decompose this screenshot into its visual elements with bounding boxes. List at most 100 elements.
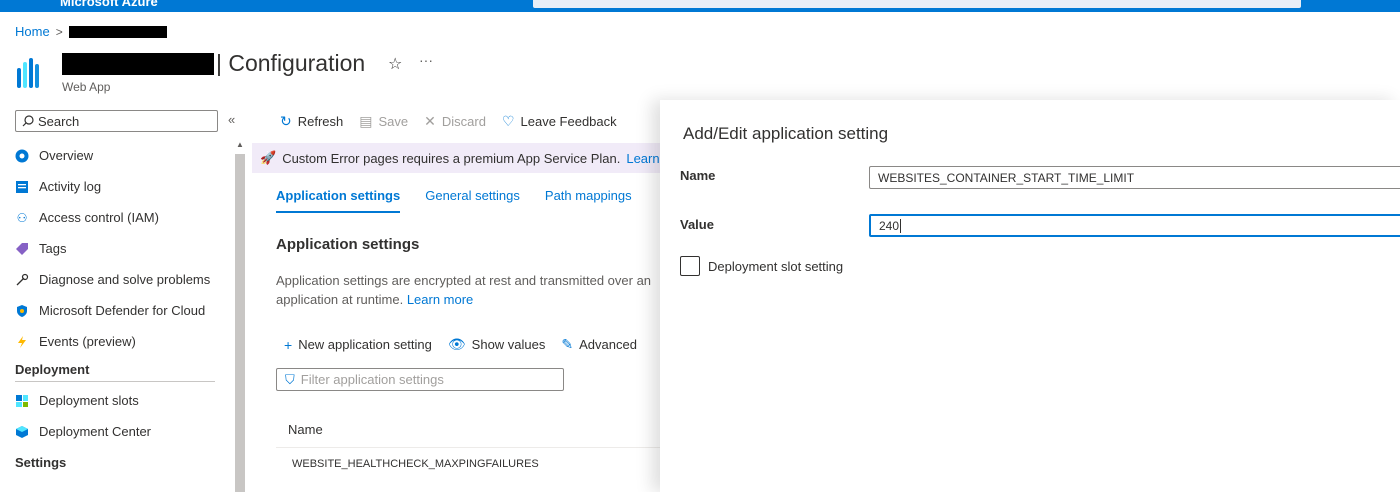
- tab-application-settings[interactable]: Application settings: [276, 188, 401, 213]
- info-banner: 🚀 Custom Error pages requires a premium …: [252, 143, 662, 173]
- deployment-slot-setting-row[interactable]: Deployment slot setting: [680, 256, 843, 276]
- star-icon[interactable]: ☆: [388, 54, 402, 74]
- close-icon: ✕: [424, 113, 436, 129]
- sidebar-search-input[interactable]: Search: [15, 110, 218, 132]
- shield-icon: [15, 304, 29, 318]
- banner-text: Custom Error pages requires a premium Ap…: [282, 150, 621, 166]
- description-line-1: Application settings are encrypted at re…: [276, 273, 652, 288]
- scroll-up-icon[interactable]: ▲: [236, 140, 244, 149]
- more-options-icon[interactable]: ···: [419, 52, 433, 68]
- breadcrumb-home[interactable]: Home: [15, 24, 50, 39]
- deployment-slot-label: Deployment slot setting: [708, 258, 844, 274]
- new-application-setting-button[interactable]: + New application setting: [284, 336, 432, 353]
- deployment-slot-checkbox[interactable]: [680, 256, 700, 276]
- sidebar-item-label: Access control (IAM): [39, 210, 159, 225]
- rocket-icon: 🚀: [260, 150, 277, 165]
- wrench-icon: [15, 273, 29, 287]
- pencil-icon: ✎: [561, 336, 574, 352]
- settings-actions: + New application setting 👁 Show values …: [284, 336, 637, 353]
- lightning-icon: [15, 335, 29, 349]
- sidebar-item-tags[interactable]: Tags: [15, 233, 215, 264]
- sidebar-item-label: Tags: [39, 241, 67, 256]
- filter-icon: ⛉: [285, 371, 295, 387]
- brand-name[interactable]: Microsoft Azure: [60, 0, 158, 9]
- sidebar-item-label: Activity log: [39, 179, 102, 194]
- command-bar: ↻ Refresh ▤ Save ✕ Discard ♡ Leave Feedb…: [280, 113, 617, 130]
- new-setting-label: New application setting: [298, 337, 432, 352]
- sidebar-item-defender[interactable]: Microsoft Defender for Cloud: [15, 295, 215, 326]
- feedback-label: Leave Feedback: [520, 114, 617, 129]
- advanced-edit-button[interactable]: ✎ Advanced: [561, 336, 637, 353]
- collapse-sidebar-icon[interactable]: «: [228, 112, 235, 127]
- learn-more-link[interactable]: Learn more: [407, 292, 473, 307]
- panel-title: Add/Edit application setting: [683, 124, 889, 143]
- name-label: Name: [680, 168, 716, 183]
- sidebar-item-deployment-slots[interactable]: Deployment slots: [15, 385, 215, 416]
- tab-general-settings[interactable]: General settings: [425, 188, 520, 213]
- sidebar-section-settings: Settings: [15, 455, 67, 470]
- cube-icon: [15, 425, 29, 439]
- redacted-resource-name: [62, 53, 214, 75]
- banner-link[interactable]: Learn: [626, 151, 659, 166]
- overview-icon: [15, 149, 29, 163]
- advanced-label: Advanced: [579, 337, 637, 352]
- sidebar-item-diagnose[interactable]: Diagnose and solve problems: [15, 264, 215, 295]
- save-icon: ▤: [359, 113, 373, 129]
- global-search-input[interactable]: [533, 0, 1301, 8]
- leave-feedback-button[interactable]: ♡ Leave Feedback: [502, 113, 617, 130]
- people-icon: ⚇: [16, 210, 28, 225]
- sidebar-item-label: Overview: [39, 148, 94, 163]
- discard-button[interactable]: ✕ Discard: [424, 113, 486, 130]
- table-row[interactable]: WEBSITE_HEALTHCHECK_MAXPINGFAILURES: [276, 449, 660, 479]
- sidebar-search-placeholder: Search: [38, 113, 80, 129]
- sidebar-item-label: Events (preview): [39, 334, 136, 349]
- refresh-button[interactable]: ↻ Refresh: [280, 113, 343, 130]
- web-app-icon: [17, 58, 39, 88]
- sidebar-item-access-control[interactable]: ⚇ Access control (IAM): [15, 202, 215, 233]
- show-values-label: Show values: [471, 337, 546, 352]
- page-title: | Configuration: [216, 50, 366, 76]
- sidebar-nav: Overview Activity log ⚇ Access control (…: [15, 140, 215, 478]
- page-subtitle: Web App: [62, 80, 111, 94]
- discard-label: Discard: [441, 114, 486, 129]
- plus-icon: +: [284, 336, 293, 353]
- save-label: Save: [378, 114, 409, 129]
- search-icon: [22, 115, 34, 127]
- tab-path-mappings[interactable]: Path mappings: [545, 188, 632, 213]
- filter-placeholder: Filter application settings: [300, 372, 444, 387]
- sidebar-item-activity-log[interactable]: Activity log: [15, 171, 215, 202]
- redacted-resource-link[interactable]: [68, 25, 167, 38]
- sidebar-item-label: Deployment slots: [39, 393, 139, 408]
- settings-tabs: Application settings General settings Pa…: [276, 188, 632, 213]
- filter-settings-input[interactable]: ⛉ Filter application settings: [276, 368, 564, 391]
- scrollbar-thumb[interactable]: [235, 154, 245, 492]
- sidebar-item-label: Microsoft Defender for Cloud: [39, 303, 206, 318]
- sidebar-item-deployment-center[interactable]: Deployment Center: [15, 416, 215, 447]
- top-bar: Microsoft Azure: [0, 0, 1400, 12]
- refresh-icon: ↻: [280, 113, 292, 129]
- edit-setting-panel: Add/Edit application setting Name WEBSIT…: [660, 100, 1400, 492]
- table-header-name[interactable]: Name: [276, 412, 660, 448]
- section-description: Application settings are encrypted at re…: [276, 271, 660, 309]
- value-field[interactable]: 240: [869, 214, 1400, 237]
- sidebar-item-overview[interactable]: Overview: [15, 140, 215, 171]
- tag-icon: [15, 242, 29, 256]
- value-label: Value: [680, 217, 714, 232]
- heart-icon: ♡: [501, 113, 515, 129]
- text-cursor: [900, 218, 902, 233]
- sidebar-item-label: Deployment Center: [39, 424, 151, 439]
- slots-icon: [15, 394, 29, 408]
- breadcrumb-separator: >: [55, 24, 63, 39]
- sidebar-item-label: Diagnose and solve problems: [39, 272, 211, 287]
- description-line-2: application at runtime.: [276, 292, 404, 307]
- breadcrumb: Home >: [15, 24, 167, 39]
- section-title: Application settings: [276, 236, 420, 253]
- activity-log-icon: [15, 180, 29, 194]
- sidebar-item-events[interactable]: Events (preview): [15, 326, 215, 357]
- eye-icon: 👁: [447, 336, 466, 352]
- show-values-button[interactable]: 👁 Show values: [448, 336, 546, 353]
- refresh-label: Refresh: [297, 114, 344, 129]
- name-field[interactable]: WEBSITES_CONTAINER_START_TIME_LIMIT: [869, 166, 1400, 189]
- sidebar-scrollbar[interactable]: ▲: [234, 140, 246, 492]
- save-button[interactable]: ▤ Save: [359, 113, 408, 130]
